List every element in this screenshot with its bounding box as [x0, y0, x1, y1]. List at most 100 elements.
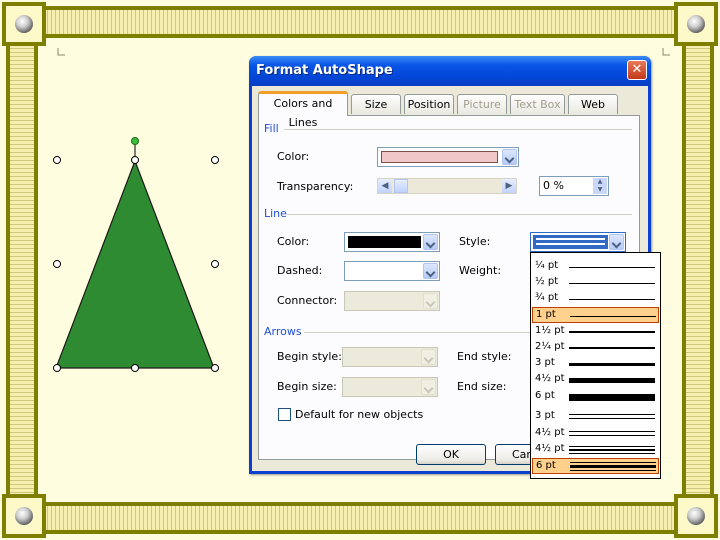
- chevron-down-icon: [421, 379, 436, 395]
- style-option[interactable]: ¾ pt: [532, 291, 659, 307]
- resize-handle-bottom[interactable]: [131, 364, 139, 372]
- style-line-sample: [570, 465, 656, 468]
- style-line-sample: [569, 449, 655, 451]
- triangle-shape[interactable]: [50, 134, 230, 374]
- line-style-preview: [533, 235, 608, 249]
- transparency-slider[interactable]: ◀ ▶: [377, 178, 517, 194]
- style-option-label: 1 pt: [536, 309, 556, 320]
- corner-ornament-top-right: [674, 2, 718, 46]
- resize-handle-bottom-left[interactable]: [53, 364, 61, 372]
- style-option-label: 2¼ pt: [535, 341, 565, 352]
- crop-mark-left-icon: [57, 48, 65, 56]
- slider-right-arrow-icon[interactable]: ▶: [502, 179, 516, 193]
- end-style-label: End style:: [457, 350, 512, 363]
- rotate-handle[interactable]: [131, 137, 139, 145]
- style-option-label: ½ pt: [535, 276, 559, 287]
- style-option[interactable]: ¼ pt: [532, 259, 659, 275]
- frame-line-left-outer: [6, 44, 10, 496]
- resize-handle-left[interactable]: [53, 260, 61, 268]
- begin-style-select[interactable]: [342, 347, 438, 367]
- style-line-sample: [569, 299, 655, 300]
- frame-line-top-outer: [44, 6, 676, 10]
- chevron-down-icon: [423, 234, 438, 250]
- style-line-sample: [569, 283, 655, 284]
- style-option[interactable]: 6 pt: [532, 389, 659, 405]
- style-option-label: ¾ pt: [535, 292, 559, 303]
- frame-left-strip: [6, 44, 34, 496]
- style-option-label: 4½ pt: [535, 443, 565, 454]
- transparency-spinner[interactable]: 0 % ▲ ▼: [539, 176, 609, 196]
- line-style-select[interactable]: [530, 232, 626, 252]
- style-line-sample: [570, 470, 656, 471]
- fill-color-label: Color:: [277, 150, 310, 163]
- dashed-select[interactable]: [344, 261, 440, 281]
- style-option[interactable]: 1½ pt: [532, 324, 659, 340]
- begin-style-label: Begin style:: [277, 350, 342, 363]
- slider-thumb[interactable]: [394, 179, 408, 193]
- frame-line-bottom-inner: [44, 502, 676, 506]
- transparency-label: Transparency:: [277, 180, 354, 193]
- default-checkbox[interactable]: [278, 408, 291, 421]
- style-option[interactable]: 4½ pt: [532, 372, 659, 388]
- default-checkbox-label[interactable]: Default for new objects: [295, 408, 423, 421]
- slider-left-arrow-icon[interactable]: ◀: [378, 179, 392, 193]
- style-line-sample: [569, 446, 655, 447]
- resize-handle-bottom-right[interactable]: [211, 364, 219, 372]
- style-option[interactable]: 3 pt: [532, 356, 659, 372]
- begin-size-select[interactable]: [342, 377, 438, 397]
- style-line-sample: [569, 453, 655, 454]
- line-color-swatch: [348, 236, 421, 248]
- style-line-sample: [569, 414, 655, 415]
- style-option[interactable]: 2¼ pt: [532, 340, 659, 356]
- style-line-sample: [569, 394, 655, 401]
- chevron-down-icon: [423, 293, 438, 309]
- style-option[interactable]: 3 pt: [532, 409, 659, 425]
- resize-handle-right[interactable]: [211, 260, 219, 268]
- frame-line-top-inner: [44, 34, 676, 38]
- chevron-down-icon: [609, 234, 624, 250]
- tab-position[interactable]: Position: [404, 94, 454, 114]
- dialog-title: Format AutoShape: [256, 63, 393, 78]
- tab-text-box[interactable]: Text Box: [510, 94, 565, 114]
- line-style-label: Style:: [459, 235, 491, 248]
- style-line-sample: [569, 435, 655, 436]
- style-option-label: 4½ pt: [535, 373, 565, 384]
- tab-size[interactable]: Size: [351, 94, 401, 114]
- frame-line-right-inner: [682, 44, 686, 496]
- fill-color-select[interactable]: [377, 147, 519, 167]
- chevron-down-icon: [502, 149, 517, 165]
- line-color-select[interactable]: [344, 232, 440, 252]
- tab-colors-and-lines[interactable]: Colors and Lines: [258, 91, 348, 129]
- style-option-label: ¼ pt: [535, 260, 559, 271]
- resize-handle-top[interactable]: [131, 156, 139, 164]
- style-line-sample: [569, 363, 655, 366]
- dialog-titlebar[interactable]: Format AutoShape ✕: [249, 56, 651, 86]
- spin-up-icon[interactable]: ▲: [593, 178, 607, 186]
- spin-down-icon[interactable]: ▼: [593, 186, 607, 194]
- ok-button[interactable]: OK: [416, 444, 486, 465]
- corner-knob-icon: [687, 507, 705, 525]
- close-button[interactable]: ✕: [627, 60, 647, 80]
- style-option[interactable]: 4½ pt: [532, 426, 659, 442]
- style-option[interactable]: 6 pt: [532, 458, 659, 474]
- style-option-label: 3 pt: [535, 357, 555, 368]
- transparency-value[interactable]: 0 %: [543, 179, 564, 192]
- chevron-down-icon: [423, 263, 438, 279]
- style-line-sample: [569, 347, 655, 349]
- resize-handle-top-right[interactable]: [211, 156, 219, 164]
- style-option[interactable]: 1 pt: [532, 307, 659, 323]
- style-preview-line: [536, 238, 605, 240]
- style-option-label: 1½ pt: [535, 325, 565, 336]
- tab-web[interactable]: Web: [568, 94, 618, 114]
- style-option[interactable]: 4½ pt: [532, 442, 659, 458]
- connector-label: Connector:: [277, 294, 338, 307]
- style-option[interactable]: ½ pt: [532, 275, 659, 291]
- frame-top-strip: [44, 6, 676, 34]
- connector-select[interactable]: [344, 291, 440, 311]
- tab-picture[interactable]: Picture: [457, 94, 507, 114]
- style-line-sample: [570, 462, 656, 463]
- close-icon: ✕: [631, 62, 643, 77]
- corner-ornament-bottom-left: [2, 494, 46, 538]
- resize-handle-top-left[interactable]: [53, 156, 61, 164]
- style-line-sample: [569, 378, 655, 383]
